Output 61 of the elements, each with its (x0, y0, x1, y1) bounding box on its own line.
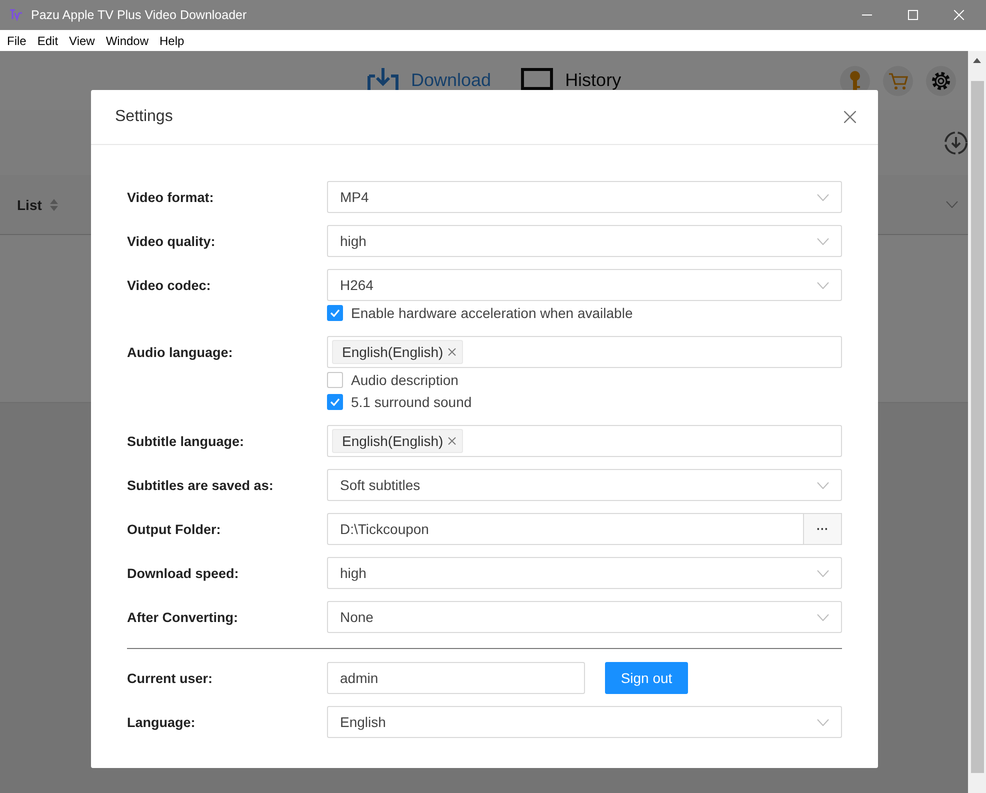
list-header[interactable]: List (17, 196, 42, 212)
window-title: Pazu Apple TV Plus Video Downloader (31, 8, 248, 22)
dropdown[interactable]: None (327, 601, 842, 633)
language-tag[interactable]: English(English) (332, 429, 464, 453)
tag-select-field[interactable]: English(English) (327, 425, 842, 457)
dropdown[interactable]: Soft subtitles (327, 469, 842, 501)
field-label: Video format: (127, 188, 215, 206)
dropdown[interactable]: H264 (327, 269, 842, 301)
menu-item[interactable]: File (7, 34, 26, 48)
checkbox[interactable] (327, 305, 343, 321)
dropdown[interactable]: MP4 (327, 181, 842, 213)
app-logo-icon (9, 9, 23, 21)
tab[interactable]: History (521, 68, 622, 94)
chevron-down-icon[interactable] (946, 201, 958, 208)
dropdown[interactable]: high (327, 557, 842, 589)
tag-select-field[interactable]: English(English) (327, 336, 842, 368)
chevron-down-icon (817, 194, 829, 200)
chevron-down-icon (817, 570, 829, 576)
download-circle-icon[interactable] (944, 130, 968, 154)
field-label: Download speed: (127, 564, 240, 583)
field-label: Current user: (127, 670, 214, 688)
scrollbar[interactable] (968, 51, 986, 793)
chevron-down-icon (817, 614, 829, 620)
menu-item[interactable]: Window (106, 34, 149, 48)
language-tag[interactable]: English(English) (332, 340, 464, 364)
field-label: Subtitle language: (127, 432, 246, 451)
close-icon[interactable] (448, 437, 456, 445)
maximize-icon[interactable] (908, 10, 918, 20)
cart-icon[interactable] (883, 66, 913, 96)
field-label: Subtitles are saved as: (127, 476, 274, 494)
browse-button[interactable]: ··· (804, 513, 842, 545)
chevron-down-icon (817, 718, 829, 726)
scrollbar-thumb[interactable] (970, 81, 984, 773)
field-label: Audio language: (127, 344, 234, 362)
checkbox[interactable] (327, 394, 343, 410)
field-label: Video codec: (127, 276, 212, 294)
checkbox-label[interactable]: 5.1 surround sound (351, 394, 472, 410)
dialog-title: Settings (115, 108, 174, 126)
dropdown[interactable]: high (327, 225, 842, 257)
chevron-down-icon (817, 482, 829, 488)
checkmark-icon (330, 309, 340, 317)
checkbox-label[interactable]: Audio description (351, 372, 458, 388)
menu-item[interactable]: View (69, 34, 95, 48)
menu-item[interactable]: Edit (37, 34, 58, 48)
field-label: After Converting: (127, 608, 239, 627)
chevron-down-icon (817, 282, 829, 288)
checkbox-label[interactable]: Enable hardware acceleration when available (351, 305, 633, 321)
settings-icon[interactable] (926, 66, 956, 96)
field-label: Output Folder: (127, 520, 222, 539)
checkbox[interactable] (327, 372, 343, 388)
scroll-up-icon[interactable] (973, 58, 981, 63)
user-field[interactable]: admin (327, 662, 585, 694)
close-icon[interactable] (448, 348, 456, 356)
folder-path-field[interactable]: D:\Tickcoupon (327, 513, 804, 545)
close-icon[interactable] (844, 111, 856, 123)
field-label: Video quality: (127, 232, 216, 251)
dropdown[interactable]: English (327, 706, 842, 738)
checkmark-icon (330, 398, 340, 406)
menu-item[interactable]: Help (160, 34, 184, 48)
field-label: Language: (127, 714, 196, 732)
chevron-down-icon (817, 238, 829, 244)
